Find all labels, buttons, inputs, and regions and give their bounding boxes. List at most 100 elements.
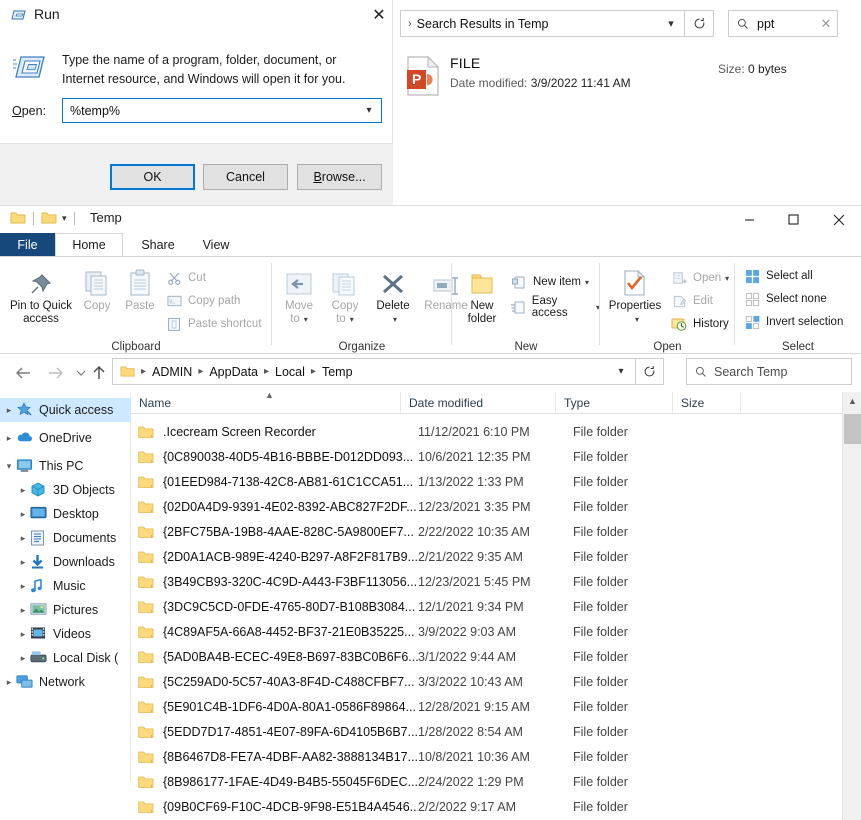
run-open-input-value[interactable]: %temp%	[63, 104, 357, 118]
column-header-size[interactable]: Size	[673, 392, 741, 413]
breadcrumb-item-admin[interactable]: ADMIN	[149, 365, 195, 379]
breadcrumb-separator[interactable]: ▸	[138, 366, 149, 377]
vertical-scrollbar[interactable]: ▲ ▼	[842, 392, 861, 820]
quick-access-toolbar[interactable]: ▾	[10, 211, 82, 225]
chevron-right-icon[interactable]: ▸	[2, 677, 16, 688]
pin-to-quick-access-button[interactable]: Pin to Quick access	[6, 263, 76, 326]
scrollbar-thumb[interactable]	[844, 414, 861, 444]
new-item-button[interactable]: New item ▾	[510, 271, 589, 293]
chevron-down-icon[interactable]: ▾	[585, 278, 589, 287]
table-row[interactable]: .Icecream Screen Recorder 11/12/2021 6:10…	[131, 420, 842, 444]
copy-path-button[interactable]: \\.. Copy path	[165, 290, 240, 312]
select-none-button[interactable]: Select none	[743, 288, 827, 310]
chevron-down-icon[interactable]: ▾	[2, 461, 16, 472]
chevron-right-icon[interactable]: ▸	[2, 433, 16, 444]
folder-icon[interactable]	[10, 211, 26, 225]
search-results-address-bar[interactable]: › Search Results in Temp ▾	[400, 10, 685, 37]
cancel-button[interactable]: Cancel	[203, 164, 288, 190]
table-row[interactable]: {5EDD7D17-4851-4E07-89FA-6D4105B6B7... 1/…	[131, 720, 842, 744]
chevron-down-icon[interactable]: ▾	[635, 313, 639, 326]
chevron-right-icon[interactable]: ▸	[16, 629, 30, 640]
breadcrumb-item-appdata[interactable]: AppData	[206, 365, 261, 379]
sidebar-item-quick-access[interactable]: ▸ Quick access	[0, 398, 131, 422]
chevron-down-icon[interactable]: ▾	[393, 313, 397, 326]
chevron-right-icon[interactable]: ▸	[16, 581, 30, 592]
scroll-up-button[interactable]: ▲	[843, 392, 861, 410]
run-open-combobox[interactable]: %temp% ▾	[62, 98, 382, 123]
column-header-type[interactable]: Type	[556, 392, 673, 413]
chevron-right-icon[interactable]: ▸	[16, 605, 30, 616]
breadcrumb-item-local[interactable]: Local	[272, 365, 308, 379]
browse-button[interactable]: Browse...	[297, 164, 382, 190]
tab-home[interactable]: Home	[55, 233, 123, 256]
search-input[interactable]: Search Temp	[686, 358, 852, 385]
breadcrumb-separator[interactable]: ▸	[195, 366, 206, 377]
properties-button[interactable]: Properties ▾	[604, 263, 666, 326]
delete-button[interactable]: Delete ▾	[368, 263, 418, 326]
minimize-button[interactable]	[726, 206, 772, 233]
table-row[interactable]: {3DC9C5CD-0FDE-4765-80D7-B108B3084... 12/…	[131, 595, 842, 619]
breadcrumb-separator[interactable]: ▸	[261, 366, 272, 377]
chevron-down-icon[interactable]: ▾	[658, 17, 684, 30]
chevron-down-icon[interactable]: ▾	[357, 105, 381, 116]
new-folder-button[interactable]: New folder	[458, 263, 506, 326]
search-pane-refresh-button[interactable]	[685, 10, 714, 37]
breadcrumb-item-temp[interactable]: Temp	[319, 365, 356, 379]
history-button[interactable]: History	[670, 313, 729, 335]
table-row[interactable]: {0C890038-40D5-4B16-BBBE-D012DD093... 10/…	[131, 445, 842, 469]
sidebar-item-documents[interactable]: ▸ Documents	[0, 526, 131, 550]
tab-view[interactable]: View	[190, 233, 242, 256]
refresh-button[interactable]	[635, 358, 664, 385]
sidebar-item-downloads[interactable]: ▸ Downloads	[0, 550, 131, 574]
search-pane-search-field[interactable]: ppt ✕	[728, 10, 838, 37]
sidebar-item-desktop[interactable]: ▸ Desktop	[0, 502, 131, 526]
select-all-button[interactable]: Select all	[743, 265, 813, 287]
move-to-button[interactable]: Move to ▾	[276, 263, 322, 326]
table-row[interactable]: {5AD0BA4B-ECEC-49E8-B697-83BC0B6F6... 3/1…	[131, 645, 842, 669]
table-row[interactable]: {5C259AD0-5C57-40A3-8F4D-C488CFBF7... 3/3…	[131, 670, 842, 694]
column-header-date-modified[interactable]: Date modified	[401, 392, 556, 413]
folder-icon[interactable]	[41, 211, 57, 225]
sidebar-item-network[interactable]: ▸ Network	[0, 670, 131, 694]
chevron-right-icon[interactable]: ▸	[16, 509, 30, 520]
chevron-right-icon[interactable]: ▸	[16, 485, 30, 496]
chevron-right-icon[interactable]: ▸	[2, 405, 16, 416]
tab-file[interactable]: File	[0, 233, 55, 256]
open-button[interactable]: Open ▾	[670, 267, 729, 289]
sidebar-item-this-pc[interactable]: ▾ This PC	[0, 454, 131, 478]
table-row[interactable]: {01EED984-7138-42C8-AB81-61C1CCA51... 1/1…	[131, 470, 842, 494]
paste-shortcut-button[interactable]: Paste shortcut	[165, 313, 262, 335]
table-row[interactable]: {8B6467D8-FE7A-4DBF-AA82-3888134B17... 10…	[131, 745, 842, 769]
cut-button[interactable]: Cut	[165, 267, 206, 289]
invert-selection-button[interactable]: Invert selection	[743, 311, 843, 333]
back-button[interactable]	[12, 362, 34, 384]
maximize-button[interactable]	[770, 206, 816, 233]
tab-share[interactable]: Share	[127, 233, 189, 256]
edit-button[interactable]: Edit	[670, 290, 713, 312]
table-row[interactable]: {5E901C4B-1DF6-4D0A-80A1-0586F89864... 12…	[131, 695, 842, 719]
table-row[interactable]: {4C89AF5A-66A8-4452-BF37-21E0B35225... 3/…	[131, 620, 842, 644]
up-button[interactable]	[88, 362, 110, 384]
sidebar-item-pictures[interactable]: ▸ Pictures	[0, 598, 131, 622]
chevron-right-icon[interactable]: ▸	[16, 533, 30, 544]
table-row[interactable]: {8B986177-1FAE-4D49-B4B5-55045F6DEC... 2/…	[131, 770, 842, 794]
chevron-down-icon[interactable]: ▾	[607, 366, 635, 377]
easy-access-button[interactable]: Easy access ▾	[510, 295, 600, 319]
close-icon[interactable]: ✕	[366, 3, 392, 27]
table-row[interactable]: {2BFC75BA-19B8-4AAE-828C-5A9800EF7... 2/2…	[131, 520, 842, 544]
ok-button[interactable]: OK	[110, 164, 195, 190]
close-button[interactable]	[816, 206, 861, 233]
copy-button[interactable]: Copy	[76, 263, 118, 313]
breadcrumb-separator[interactable]: ▸	[308, 366, 319, 377]
chevron-down-icon[interactable]: ▾	[62, 213, 67, 224]
table-row[interactable]: {02D0A4D9-9391-4E02-8392-ABC827F2DF... 12…	[131, 495, 842, 519]
chevron-right-icon[interactable]: ▸	[16, 557, 30, 568]
search-result-item[interactable]: P FILE Date modified: 3/9/2022 11:41 AM	[402, 52, 842, 100]
sidebar-item-videos[interactable]: ▸ Videos	[0, 622, 131, 646]
chevron-down-icon[interactable]: ▾	[725, 274, 729, 283]
forward-button[interactable]	[44, 362, 66, 384]
table-row[interactable]: {3B49CB93-320C-4C9D-A443-F3BF113056... 12…	[131, 570, 842, 594]
table-row[interactable]: {2D0A1ACB-989E-4240-B297-A8F2F817B9... 2/…	[131, 545, 842, 569]
copy-to-button[interactable]: Copy to ▾	[322, 263, 368, 326]
sidebar-item-3d-objects[interactable]: ▸ 3D Objects	[0, 478, 131, 502]
